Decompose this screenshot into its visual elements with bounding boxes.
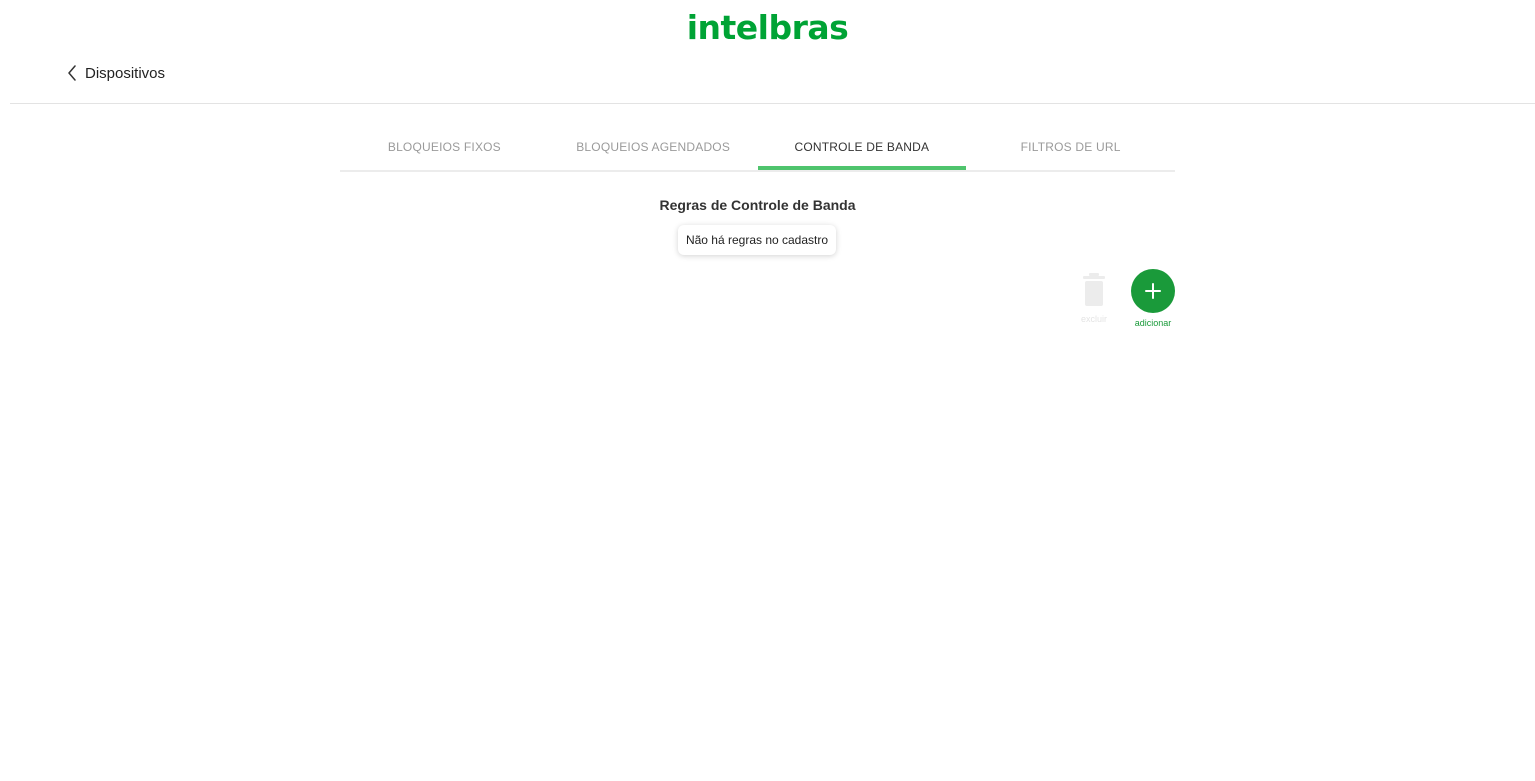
tab-filtros-de-url[interactable]: FILTROS DE URL bbox=[966, 126, 1175, 168]
chevron-left-icon bbox=[67, 62, 85, 84]
delete-button[interactable]: excluir bbox=[1073, 272, 1115, 324]
tab-bloqueios-agendados[interactable]: BLOQUEIOS AGENDADOS bbox=[549, 126, 758, 168]
add-circle[interactable] bbox=[1131, 269, 1175, 313]
tab-bar: BLOQUEIOS FIXOS BLOQUEIOS AGENDADOS CONT… bbox=[340, 126, 1175, 172]
section-title: Regras de Controle de Banda bbox=[659, 197, 856, 213]
plus-icon bbox=[1145, 283, 1161, 299]
header: intelbras Dispositivos bbox=[0, 0, 1535, 104]
tab-controle-de-banda[interactable]: CONTROLE DE BANDA bbox=[757, 126, 967, 170]
add-button[interactable]: adicionar bbox=[1128, 269, 1178, 328]
empty-state-message: Não há regras no cadastro bbox=[678, 225, 836, 255]
header-divider bbox=[10, 103, 1535, 104]
tab-bloqueios-fixos[interactable]: BLOQUEIOS FIXOS bbox=[340, 126, 549, 168]
back-link-label: Dispositivos bbox=[85, 64, 166, 82]
add-label: adicionar bbox=[1134, 318, 1172, 328]
delete-label: excluir bbox=[1080, 314, 1107, 324]
brand-logo: intelbras bbox=[686, 8, 849, 47]
trash-icon bbox=[1083, 273, 1105, 306]
back-to-devices-link[interactable]: Dispositivos bbox=[67, 62, 165, 84]
